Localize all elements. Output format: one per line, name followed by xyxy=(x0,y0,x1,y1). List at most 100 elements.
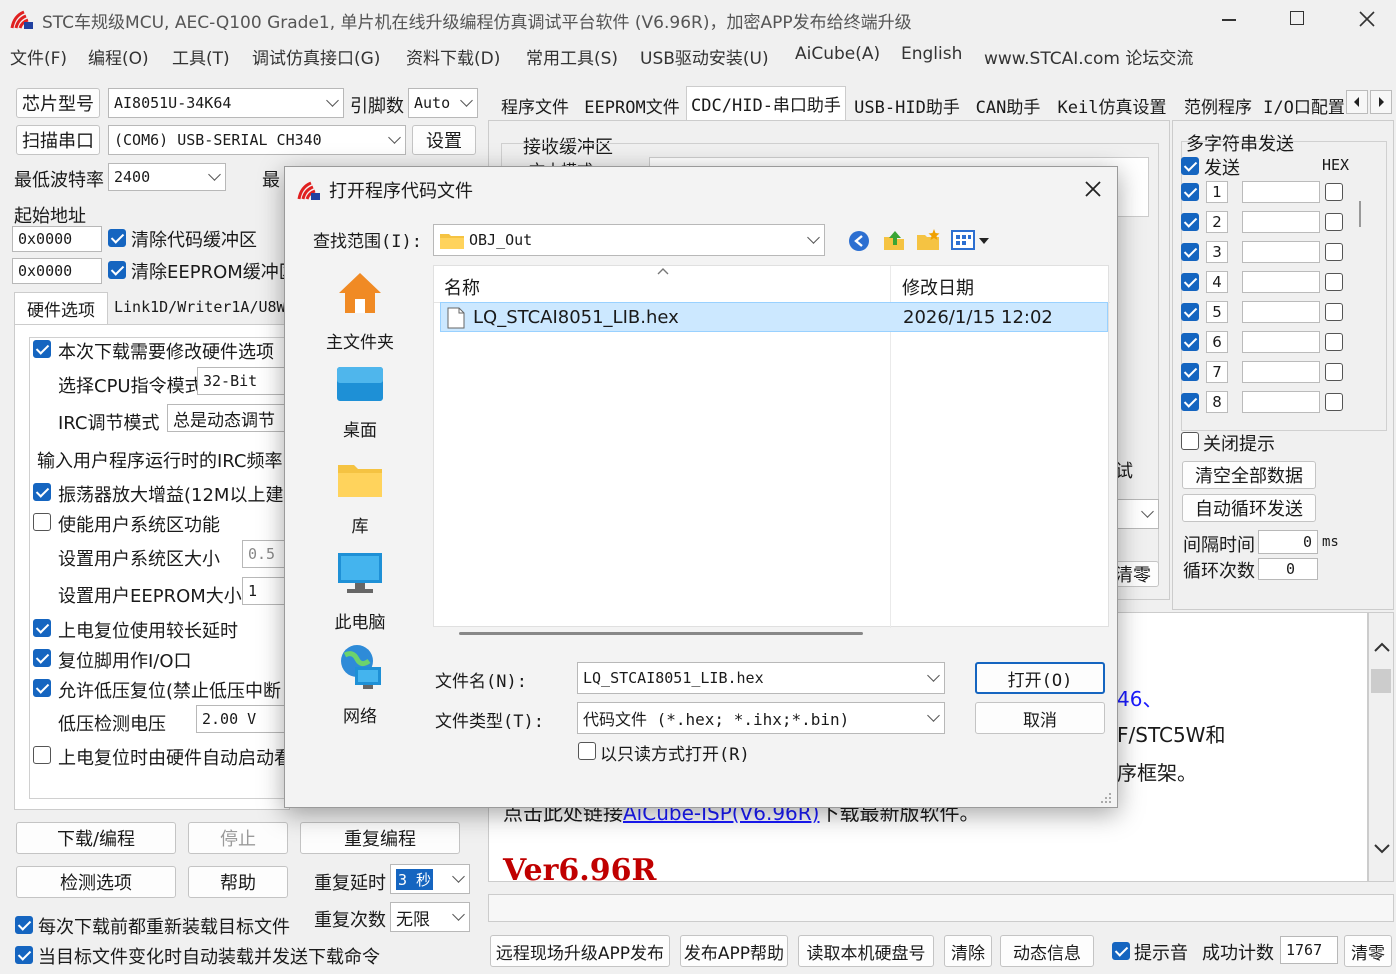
send-row-checkbox[interactable] xyxy=(1181,273,1199,291)
modify-options-checkbox[interactable] xyxy=(33,340,51,358)
dialog-close-button[interactable] xyxy=(1079,175,1107,203)
port-settings-button[interactable]: 设置 xyxy=(412,125,476,155)
view-menu-icon[interactable] xyxy=(951,229,991,253)
send-row-input[interactable] xyxy=(1242,301,1320,323)
hw-auto-checkbox[interactable] xyxy=(33,746,51,764)
clear-all-data-button[interactable]: 清空全部数据 xyxy=(1182,461,1316,489)
read-disk-button[interactable]: 读取本机硬盘号 xyxy=(798,935,934,967)
send-row-hex-checkbox[interactable] xyxy=(1325,333,1343,351)
tab-7[interactable]: I/O口配置 xyxy=(1263,90,1345,120)
send-row-input[interactable] xyxy=(1242,211,1320,233)
cancel-button[interactable]: 取消 xyxy=(975,702,1105,734)
user-system-checkbox[interactable] xyxy=(33,513,51,531)
check-options-button[interactable]: 检测选项 xyxy=(16,866,176,898)
cpu-mode-select[interactable]: 32-Bit xyxy=(197,367,287,395)
lvd-voltage-select[interactable]: 2.00 V xyxy=(196,705,288,733)
send-row-checkbox[interactable] xyxy=(1181,363,1199,381)
tab-6[interactable]: 范例程序 xyxy=(1174,90,1262,120)
repeat-program-button[interactable]: 重复编程 xyxy=(300,822,460,854)
readonly-checkbox[interactable] xyxy=(578,742,596,760)
clear-button[interactable]: 清除 xyxy=(944,935,992,967)
menu-item-5[interactable]: 常用工具(S) xyxy=(526,44,618,69)
lookin-select[interactable]: OBJ_Out xyxy=(433,224,825,256)
send-row-number[interactable]: 4 xyxy=(1206,271,1228,293)
send-row-input[interactable] xyxy=(1242,361,1320,383)
place-item-2[interactable]: 库 xyxy=(305,459,415,537)
send-input-bar[interactable] xyxy=(488,894,1394,922)
tab-3[interactable]: USB-HID助手 xyxy=(850,90,964,120)
menu-item-9[interactable]: www.STCAI.com 论坛交流 xyxy=(984,44,1193,69)
repeat-delay-select[interactable]: 3 秒 xyxy=(390,864,470,894)
send-row-checkbox[interactable] xyxy=(1181,393,1199,411)
interval-input[interactable]: 0 xyxy=(1258,530,1318,554)
tab-1[interactable]: EEPROM文件 xyxy=(580,90,684,120)
minimize-button[interactable] xyxy=(1214,8,1244,30)
filename-input[interactable]: LQ_STCAI8051_LIB.hex xyxy=(577,662,945,694)
filetype-select[interactable]: 代码文件 (*.hex; *.ihx;*.bin) xyxy=(577,702,945,734)
place-item-0[interactable]: 主文件夹 xyxy=(305,269,415,353)
send-row-number[interactable]: 5 xyxy=(1206,301,1228,323)
send-row-checkbox[interactable] xyxy=(1181,303,1199,321)
chip-type-select[interactable]: AI8051U-34K64 xyxy=(108,88,344,118)
send-row-hex-checkbox[interactable] xyxy=(1325,183,1343,201)
menu-item-8[interactable]: English xyxy=(901,44,962,64)
tab-scroll-left-button[interactable] xyxy=(1346,90,1368,114)
scan-port-button[interactable]: 扫描串口 xyxy=(16,125,100,155)
tab-2[interactable]: CDC/HID-串口助手 xyxy=(686,86,846,120)
open-button[interactable]: 打开(O) xyxy=(975,662,1105,694)
tab-5[interactable]: Keil仿真设置 xyxy=(1052,90,1172,120)
clear-eeprom-checkbox[interactable] xyxy=(108,261,126,279)
send-row-number[interactable]: 3 xyxy=(1206,241,1228,263)
send-row-hex-checkbox[interactable] xyxy=(1325,303,1343,321)
menu-item-2[interactable]: 工具(T) xyxy=(172,44,230,69)
lvd-reset-checkbox[interactable] xyxy=(33,679,51,697)
reset-count-button[interactable]: 清零 xyxy=(1344,935,1392,967)
dynamic-info-button[interactable]: 动态信息 xyxy=(1000,935,1094,967)
download-program-button[interactable]: 下载/编程 xyxy=(16,822,176,854)
baud-select[interactable]: 2400 xyxy=(108,163,226,191)
loop-count-input[interactable]: 0 xyxy=(1258,558,1318,580)
osc-gain-checkbox[interactable] xyxy=(33,483,51,501)
resize-grip-icon[interactable] xyxy=(1099,791,1113,805)
up-folder-icon[interactable] xyxy=(881,227,907,253)
reset-io-checkbox[interactable] xyxy=(33,649,51,667)
repeat-count-select[interactable]: 无限 xyxy=(390,902,470,932)
log-scrollbar[interactable] xyxy=(1368,612,1394,882)
tab-hardware-options[interactable]: 硬件选项 xyxy=(14,292,108,324)
tab-4[interactable]: CAN助手 xyxy=(966,90,1050,120)
clear-code-checkbox[interactable] xyxy=(108,229,126,247)
send-row-checkbox[interactable] xyxy=(1181,213,1199,231)
col-header-date[interactable]: 修改日期 xyxy=(902,274,974,300)
tab-link1d[interactable]: Link1D/Writer1A/U8W xyxy=(114,298,286,316)
send-row-hex-checkbox[interactable] xyxy=(1325,273,1343,291)
eeprom-address-input[interactable]: 0x0000 xyxy=(12,258,102,284)
reload-each-checkbox[interactable] xyxy=(15,916,33,934)
auto-loop-send-button[interactable]: 自动循环发送 xyxy=(1182,494,1316,522)
send-row-hex-checkbox[interactable] xyxy=(1325,363,1343,381)
send-row-number[interactable]: 8 xyxy=(1206,391,1228,413)
file-row[interactable]: LQ_STCAI8051_LIB.hex 2026/1/15 12:02 xyxy=(440,302,1108,332)
send-row-hex-checkbox[interactable] xyxy=(1325,243,1343,261)
place-item-3[interactable]: 此电脑 xyxy=(305,551,415,633)
send-row-input[interactable] xyxy=(1242,241,1320,263)
sound-checkbox[interactable] xyxy=(1112,942,1130,960)
send-row-number[interactable]: 2 xyxy=(1206,211,1228,233)
send-row-number[interactable]: 1 xyxy=(1206,181,1228,203)
help-button[interactable]: 帮助 xyxy=(188,866,288,898)
send-row-number[interactable]: 7 xyxy=(1206,361,1228,383)
send-row-input[interactable] xyxy=(1242,271,1320,293)
long-delay-checkbox[interactable] xyxy=(33,619,51,637)
send-row-number[interactable]: 6 xyxy=(1206,331,1228,353)
place-item-4[interactable]: 网络 xyxy=(305,641,415,727)
send-row-hex-checkbox[interactable] xyxy=(1325,213,1343,231)
menu-item-6[interactable]: USB驱动安装(U) xyxy=(640,44,769,69)
send-row-input[interactable] xyxy=(1242,181,1320,203)
col-header-name[interactable]: 名称 xyxy=(444,274,480,300)
menu-item-0[interactable]: 文件(F) xyxy=(10,44,67,69)
tab-scroll-right-button[interactable] xyxy=(1370,90,1392,114)
back-icon[interactable] xyxy=(847,229,871,253)
close-window-button[interactable] xyxy=(1352,6,1382,32)
send-row-checkbox[interactable] xyxy=(1181,333,1199,351)
new-folder-icon[interactable] xyxy=(915,227,941,253)
irc-mode-select[interactable]: 总是动态调节 xyxy=(167,404,287,432)
